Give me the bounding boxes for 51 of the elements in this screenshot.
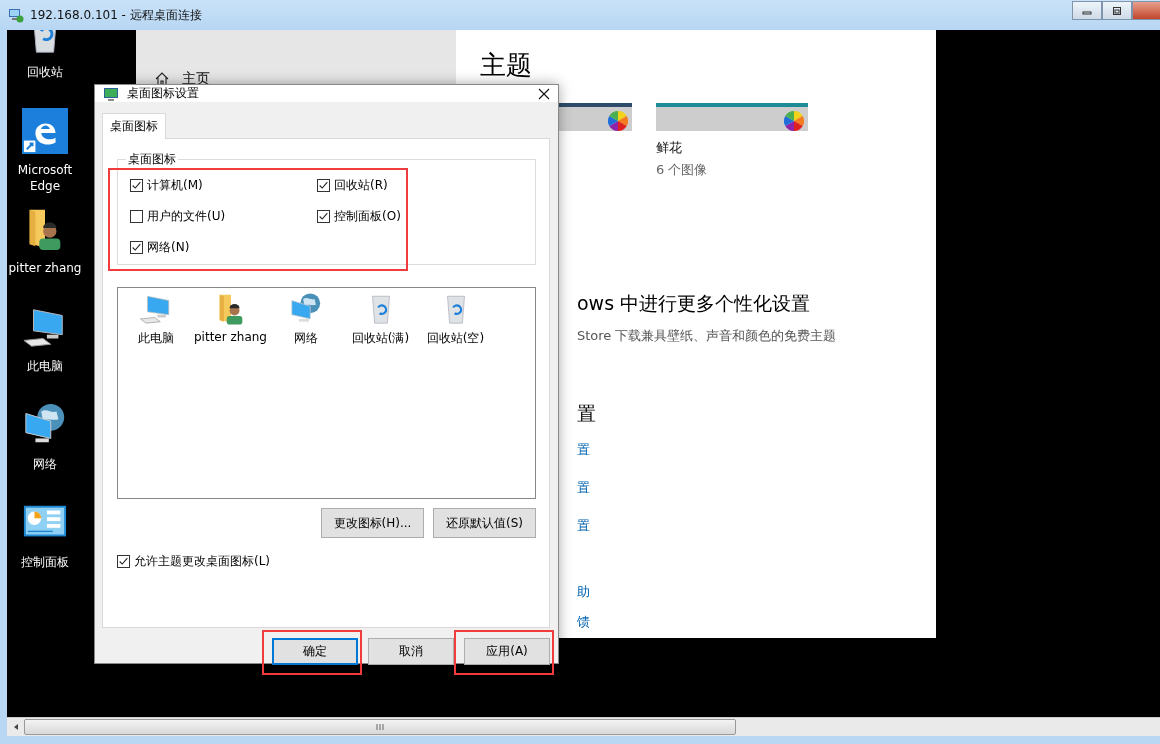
dialog-button[interactable]: 应用(A)	[464, 638, 550, 665]
checkbox[interactable]	[130, 179, 143, 192]
color-wheel-icon	[608, 111, 628, 131]
desktop-icon-label[interactable]: Microsoft Edge	[8, 162, 82, 194]
icon-label[interactable]: 回收站(空)	[426, 330, 485, 347]
dialog-button[interactable]: 还原默认值(S)	[433, 508, 536, 538]
settings-link[interactable]: 馈	[577, 613, 590, 631]
dialog-button[interactable]: 更改图标(H)...	[321, 508, 424, 538]
group-title: 桌面图标	[126, 151, 178, 168]
checkbox-label[interactable]: 控制面板(O)	[334, 208, 401, 225]
dialog-button[interactable]: 确定	[272, 638, 358, 665]
restore-button[interactable]	[1102, 1, 1132, 20]
icon-label[interactable]: 回收站(满)	[351, 330, 410, 347]
icon-label[interactable]: pitter zhang	[194, 330, 267, 344]
checkbox-label[interactable]: 用户的文件(U)	[147, 208, 226, 225]
desktop-icon-label[interactable]: 控制面板	[8, 554, 82, 570]
home-icon	[154, 71, 170, 87]
settings-link[interactable]: 置	[577, 479, 590, 497]
desktop-icon-label[interactable]: 此电脑	[8, 358, 82, 374]
desktop-icon-label[interactable]: 网络	[8, 456, 82, 472]
color-wheel-icon	[784, 111, 804, 131]
grip-icon	[376, 723, 384, 731]
settings-link[interactable]: 置	[577, 441, 590, 459]
checkbox[interactable]	[130, 210, 143, 223]
icon-label[interactable]: 网络	[293, 330, 318, 347]
remote-desktop-icon	[8, 7, 24, 23]
horizontal-scrollbar[interactable]	[7, 717, 1160, 736]
theme-card[interactable]: 鲜花 6 个图像	[656, 103, 808, 179]
desktop-icon-label[interactable]: pitter zhang	[8, 260, 82, 276]
section-heading: ows 中进行更多个性化设置	[577, 291, 811, 316]
checkbox-label[interactable]: 允许主题更改桌面图标(L)	[134, 553, 271, 570]
checkbox-label[interactable]: 回收站(R)	[334, 177, 388, 194]
settings-link[interactable]: 助	[577, 583, 590, 601]
checkbox-label[interactable]: 计算机(M)	[147, 177, 203, 194]
browser-icon[interactable]	[22, 108, 68, 154]
desktop-icon-label[interactable]: 回收站	[8, 64, 82, 80]
settings-link[interactable]: 置	[577, 517, 590, 535]
window-title: 192.168.0.101 - 远程桌面连接	[30, 6, 202, 24]
checkbox[interactable]	[130, 241, 143, 254]
checkbox[interactable]	[317, 210, 330, 223]
dialog-button[interactable]: 取消	[368, 638, 454, 665]
checkbox[interactable]	[117, 555, 130, 568]
restore-icon	[1112, 5, 1122, 16]
dialog-title: 桌面图标设置	[127, 85, 199, 102]
checkbox[interactable]	[317, 179, 330, 192]
section-heading: 置	[577, 401, 596, 426]
page-heading: 主题	[480, 49, 532, 82]
tab[interactable]: 桌面图标	[102, 113, 166, 139]
icon-label[interactable]: 此电脑	[137, 330, 174, 347]
section-text: Store 下载兼具壁纸、声音和颜色的免费主题	[577, 327, 837, 345]
checkbox-label[interactable]: 网络(N)	[147, 239, 190, 256]
